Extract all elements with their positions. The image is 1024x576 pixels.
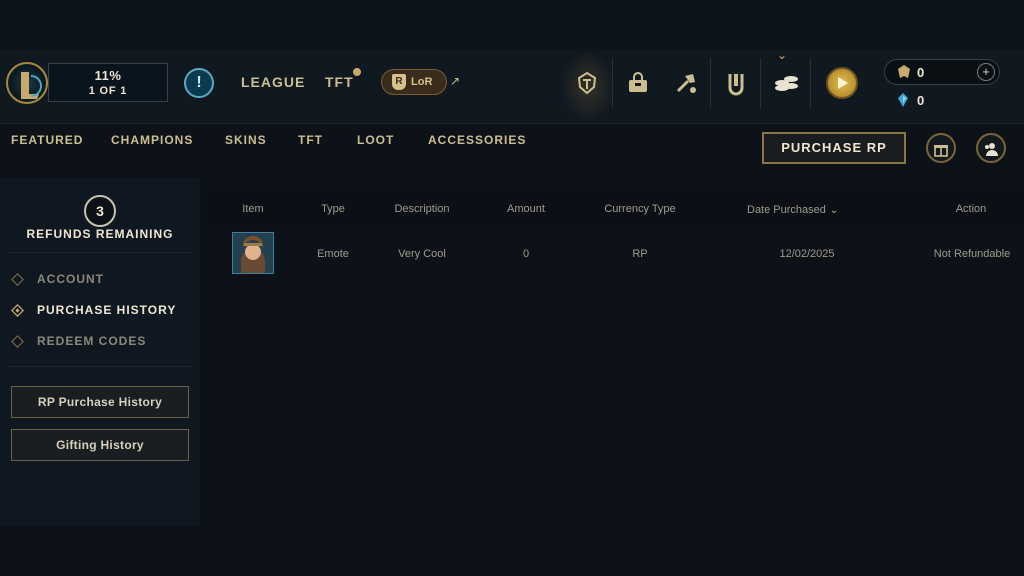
exclamation-icon[interactable]: ! [184, 68, 214, 98]
account-sidebar: 3 REFUNDS REMAINING ACCOUNT PURCHASE HIS… [0, 178, 200, 526]
rp-coin-icon [897, 64, 911, 85]
lor-button[interactable]: R LoR [381, 69, 447, 95]
sidebar-item-account[interactable]: ACCOUNT [11, 270, 191, 290]
cell-description: Very Cool [398, 248, 446, 260]
add-rp-button[interactable]: + [977, 63, 995, 81]
league-logo-icon[interactable] [6, 62, 48, 104]
header-divider [760, 58, 761, 108]
sidebar-item-purchase-history[interactable]: PURCHASE HISTORY [11, 301, 191, 321]
col-date-label: Date Purchased [747, 204, 826, 216]
blue-essence-icon [896, 92, 910, 113]
rp-purchase-history-button[interactable]: RP Purchase History [11, 386, 189, 418]
divider [8, 252, 192, 253]
play-progress-box[interactable]: 11% 1 OF 1 [48, 63, 168, 102]
gift-icon[interactable] [926, 133, 956, 163]
refunds-count: 3 [84, 195, 116, 227]
col-action: Action [955, 203, 987, 215]
sidebar-item-label: REDEEM CODES [37, 334, 147, 348]
table-row[interactable]: Emote Very Cool 0 RP 12/02/2025 Not Refu… [206, 224, 1024, 284]
header-divider [810, 58, 811, 108]
nav-league[interactable]: LEAGUE [241, 74, 305, 90]
sort-chevron-icon: ⌄ [829, 205, 839, 216]
header-divider [612, 58, 613, 108]
rp-balance: 0 [917, 65, 925, 80]
champion-helm-icon[interactable] [563, 64, 611, 104]
lor-label: LoR [411, 76, 433, 88]
cell-amount: 0 [522, 248, 530, 260]
cell-currency: RP [632, 248, 648, 260]
cell-action: Not Refundable [933, 248, 1011, 260]
external-link-icon: ↗ [450, 74, 461, 88]
tab-accessories[interactable]: ACCESSORIES [428, 133, 526, 147]
loot-hammer-icon[interactable] [662, 64, 710, 104]
tab-featured[interactable]: FEATURED [11, 133, 83, 147]
col-date-purchased[interactable]: Date Purchased ⌄ [747, 204, 847, 216]
purchase-table-header: Item Type Description Amount Currency Ty… [206, 192, 1024, 224]
store-bag-icon[interactable] [614, 64, 662, 104]
progress-level: 1 OF 1 [88, 85, 128, 97]
main-header: 11% 1 OF 1 ! LEAGUE TFT R LoR ↗ ⌄ 0 + 0 [0, 48, 1024, 124]
collection-icon[interactable] [712, 64, 760, 104]
window-top-band [0, 0, 1024, 50]
col-description: Description [394, 203, 450, 215]
diamond-icon [11, 273, 24, 286]
tab-champions[interactable]: CHAMPIONS [111, 133, 193, 147]
header-divider [710, 58, 711, 108]
refunds-remaining-label: REFUNDS REMAINING [26, 227, 174, 241]
divider [8, 366, 192, 367]
profile-icon[interactable] [826, 67, 858, 99]
account-icon[interactable] [976, 133, 1006, 163]
cell-date: 12/02/2025 [779, 248, 835, 260]
col-currency-type: Currency Type [604, 203, 676, 215]
purchase-rp-button[interactable]: PURCHASE RP [762, 132, 906, 164]
col-amount: Amount [507, 203, 545, 215]
currency-coins-icon[interactable] [762, 64, 810, 104]
diamond-icon [11, 335, 24, 348]
nav-tft[interactable]: TFT [325, 74, 354, 90]
emote-thumbnail [232, 232, 274, 274]
tab-skins[interactable]: SKINS [225, 133, 267, 147]
diamond-icon [11, 304, 24, 317]
tab-loot[interactable]: LOOT [357, 133, 394, 147]
cell-type: Emote [317, 248, 349, 260]
gifting-history-button[interactable]: Gifting History [11, 429, 189, 461]
chevron-down-icon: ⌄ [777, 48, 788, 62]
col-item: Item [242, 203, 264, 215]
tft-notification-dot [353, 68, 361, 76]
lor-emblem-icon: R [392, 74, 406, 90]
blue-essence-balance: 0 [917, 93, 925, 108]
sidebar-item-redeem-codes[interactable]: REDEEM CODES [11, 332, 191, 352]
col-type: Type [321, 203, 345, 215]
tab-tft[interactable]: TFT [298, 133, 323, 147]
sidebar-item-label: ACCOUNT [37, 272, 104, 286]
progress-percent: 11% [94, 68, 122, 83]
sidebar-item-label: PURCHASE HISTORY [37, 303, 177, 317]
